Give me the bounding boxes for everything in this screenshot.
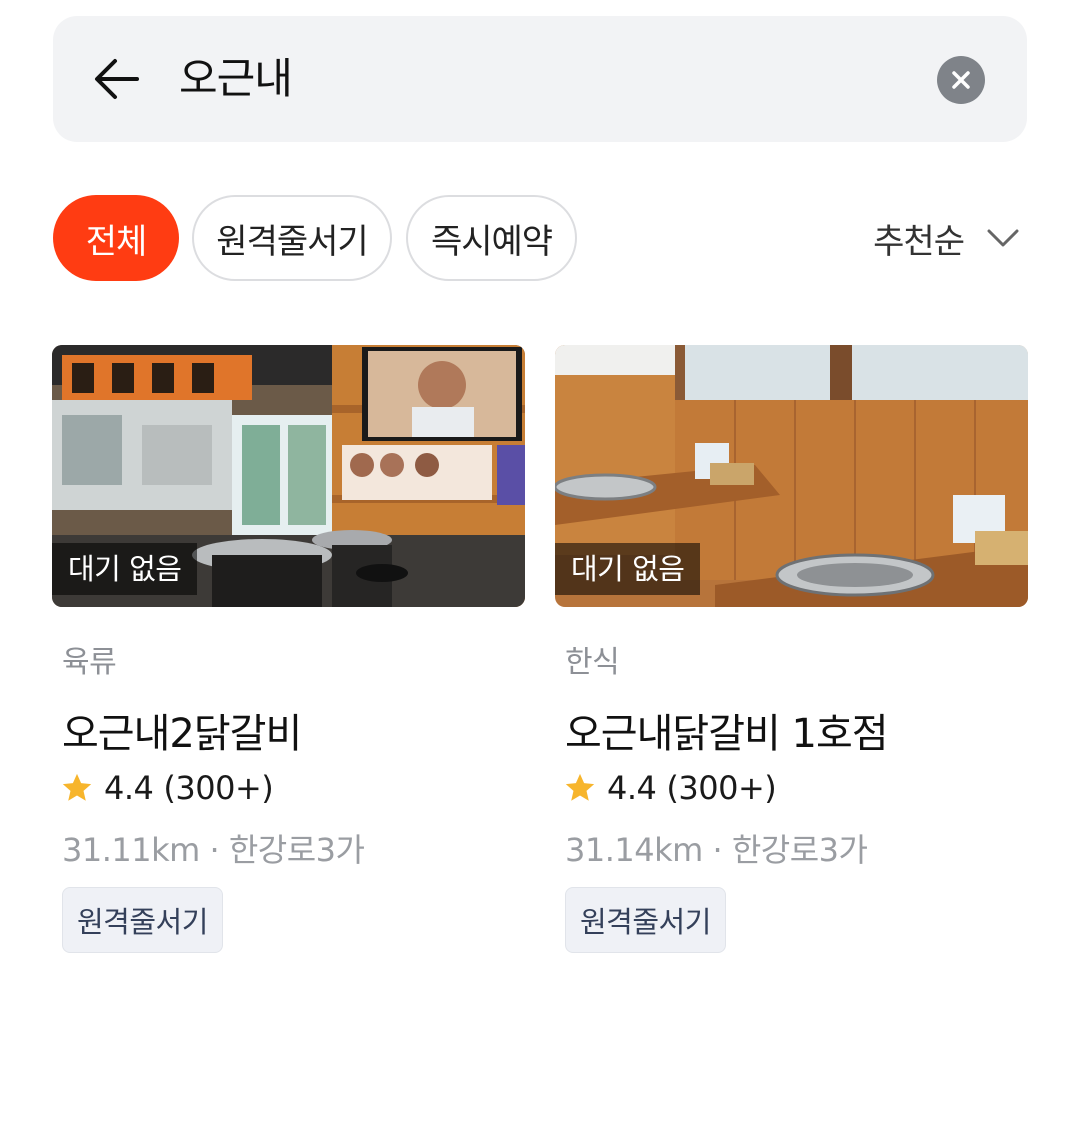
area: 한강로3가 — [228, 831, 365, 869]
rating-row: 4.4 (300+) — [563, 769, 777, 807]
filter-chip-remote-queue[interactable]: 원격줄서기 — [192, 195, 392, 281]
separator: · — [712, 831, 723, 869]
distance: 31.14km — [565, 831, 703, 869]
location-info: 31.11km · 한강로3가 — [62, 825, 365, 871]
separator: · — [209, 831, 220, 869]
restaurant-photo[interactable]: 대기 없음 — [555, 345, 1028, 607]
close-icon — [952, 71, 970, 89]
filter-chip-all[interactable]: 전체 — [53, 195, 179, 281]
review-count: (300+) — [163, 769, 274, 807]
restaurant-card[interactable]: 대기 없음 육류 오근내2닭갈비 4.4 (300+) 31.11km · 한강… — [52, 345, 525, 953]
star-icon — [565, 773, 595, 801]
search-bar: 오근내 — [53, 16, 1027, 142]
clear-search-button[interactable] — [937, 56, 985, 104]
rating-value: 4.4 — [607, 769, 657, 807]
rating-row: 4.4 (300+) — [60, 769, 274, 807]
arrow-left-icon — [95, 59, 139, 99]
back-button[interactable] — [87, 49, 147, 109]
area: 한강로3가 — [731, 831, 868, 869]
chevron-down-icon — [987, 229, 1019, 247]
rating-value: 4.4 — [104, 769, 154, 807]
restaurant-name[interactable]: 오근내2닭갈비 — [62, 701, 302, 759]
distance: 31.11km — [62, 831, 200, 869]
service-tag: 원격줄서기 — [565, 887, 726, 953]
service-tag: 원격줄서기 — [62, 887, 223, 953]
restaurant-photo[interactable]: 대기 없음 — [52, 345, 525, 607]
sort-dropdown[interactable]: 추천순 — [873, 205, 1020, 271]
restaurant-name[interactable]: 오근내닭갈비 1호점 — [565, 701, 889, 759]
filter-chip-instant-reservation[interactable]: 즉시예약 — [406, 195, 577, 281]
location-info: 31.14km · 한강로3가 — [565, 825, 868, 871]
restaurant-category: 한식 — [565, 645, 620, 680]
wait-status-badge: 대기 없음 — [555, 543, 701, 595]
restaurant-card[interactable]: 대기 없음 한식 오근내닭갈비 1호점 4.4 (300+) 31.14km ·… — [555, 345, 1028, 953]
wait-status-badge: 대기 없음 — [52, 543, 198, 595]
search-input[interactable]: 오근내 — [179, 16, 293, 142]
review-count: (300+) — [666, 769, 777, 807]
sort-label: 추천순 — [873, 221, 965, 262]
star-icon — [62, 773, 92, 801]
restaurant-category: 육류 — [62, 645, 117, 680]
